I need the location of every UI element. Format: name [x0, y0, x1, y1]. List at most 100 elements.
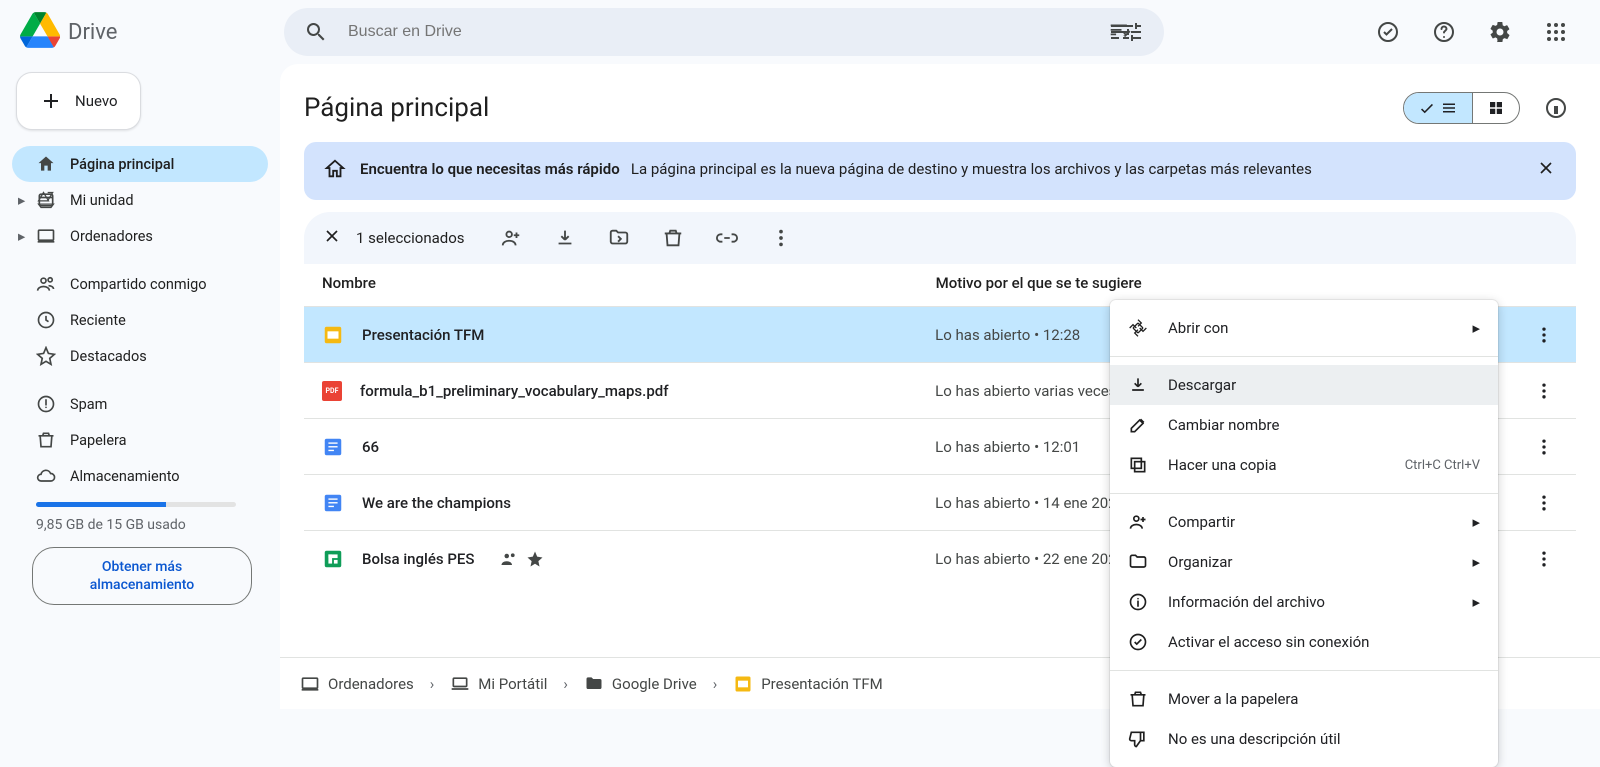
menu-label: Mover a la papelera — [1168, 690, 1298, 708]
menu-file-info[interactable]: Información del archivo ▸ — [1110, 582, 1498, 622]
computers-icon — [300, 674, 320, 694]
download-icon[interactable] — [545, 218, 585, 258]
slides-icon — [733, 674, 753, 694]
banner-desc: La página principal es la nueva página d… — [631, 160, 1312, 178]
context-menu: Abrir con ▸ Descargar Cambiar nombre Hac… — [1110, 300, 1498, 767]
view-controls — [1403, 88, 1576, 128]
crumb-label: Ordenadores — [328, 675, 414, 693]
new-button[interactable]: Nuevo — [16, 72, 141, 130]
menu-label: Cambiar nombre — [1168, 416, 1279, 434]
clock-icon — [36, 310, 56, 330]
download-icon — [1128, 375, 1150, 395]
sidebar-item-label: Papelera — [70, 432, 127, 449]
expand-caret-icon[interactable]: ▸ — [18, 228, 25, 245]
menu-rename[interactable]: Cambiar nombre — [1110, 405, 1498, 445]
submenu-arrow-icon: ▸ — [1472, 513, 1480, 531]
move-folder-icon[interactable] — [599, 218, 639, 258]
link-icon[interactable] — [707, 218, 747, 258]
more-icon[interactable] — [761, 218, 801, 258]
folder-icon — [584, 674, 604, 694]
docs-icon — [322, 436, 344, 458]
sidebar-item-my-drive[interactable]: ▸ Mi unidad — [12, 182, 268, 218]
laptop-icon — [450, 674, 470, 694]
submenu-arrow-icon: ▸ — [1472, 593, 1480, 611]
sidebar-item-trash[interactable]: Papelera — [12, 422, 268, 458]
docs-icon — [322, 492, 344, 514]
crumb-file[interactable]: Presentación TFM — [733, 674, 883, 694]
share-user-icon[interactable] — [491, 218, 531, 258]
submenu-arrow-icon: ▸ — [1472, 553, 1480, 571]
ready-offline-icon[interactable] — [1368, 12, 1408, 52]
trash-icon — [1128, 689, 1150, 709]
list-icon — [1440, 99, 1458, 117]
sidebar-item-label: Reciente — [70, 312, 126, 329]
menu-offline[interactable]: Activar el acceso sin conexión — [1110, 622, 1498, 662]
search-input[interactable] — [348, 23, 1088, 41]
get-more-storage-button[interactable]: Obtener más almacenamiento — [32, 547, 252, 605]
grid-icon — [1487, 99, 1505, 117]
menu-share[interactable]: Compartir ▸ — [1110, 502, 1498, 542]
folder-icon — [1128, 552, 1150, 572]
menu-organize[interactable]: Organizar ▸ — [1110, 542, 1498, 582]
search-bar[interactable] — [284, 8, 1164, 56]
help-icon[interactable] — [1424, 12, 1464, 52]
crumb-folder[interactable]: Google Drive — [584, 674, 697, 694]
menu-label: Información del archivo — [1168, 593, 1325, 611]
sidebar-item-storage[interactable]: Almacenamiento — [12, 458, 268, 494]
header: Drive — [0, 0, 1600, 64]
sidebar-item-label: Ordenadores — [70, 228, 153, 245]
column-name: Nombre — [322, 274, 936, 292]
sidebar-item-recent[interactable]: Reciente — [12, 302, 268, 338]
search-icon[interactable] — [296, 12, 336, 52]
row-more-icon[interactable] — [1520, 325, 1568, 345]
sidebar-item-home[interactable]: Página principal — [12, 146, 268, 182]
settings-icon[interactable] — [1480, 12, 1520, 52]
delete-icon[interactable] — [653, 218, 693, 258]
file-name-label: We are the champions — [362, 494, 511, 512]
menu-label: Hacer una copia — [1168, 456, 1277, 474]
drive-icon — [36, 190, 56, 210]
grid-view-button[interactable] — [1473, 93, 1519, 123]
row-more-icon[interactable] — [1520, 493, 1568, 513]
trash-icon — [36, 430, 56, 450]
rename-icon — [1128, 415, 1150, 435]
menu-not-useful[interactable]: No es una descripción útil — [1110, 719, 1498, 759]
menu-open-with[interactable]: Abrir con ▸ — [1110, 308, 1498, 348]
sidebar-item-computers[interactable]: ▸ Ordenadores — [12, 218, 268, 254]
shared-icon — [36, 274, 56, 294]
computers-icon — [36, 226, 56, 246]
breadcrumb-sep-icon: › — [713, 675, 718, 693]
file-name-label: 66 — [362, 438, 379, 456]
crumb-computers[interactable]: Ordenadores — [300, 674, 414, 694]
home-outline-icon — [324, 158, 346, 184]
menu-label: Descargar — [1168, 376, 1236, 394]
sheets-icon — [322, 548, 344, 570]
row-more-icon[interactable] — [1520, 381, 1568, 401]
apps-icon[interactable] — [1536, 12, 1576, 52]
sidebar-item-starred[interactable]: Destacados — [12, 338, 268, 374]
banner-text: Encuentra lo que necesitas más rápido La… — [360, 158, 1522, 181]
file-badges — [500, 550, 544, 568]
list-view-button[interactable] — [1404, 93, 1473, 123]
menu-label: Activar el acceso sin conexión — [1168, 633, 1369, 651]
clear-selection-icon[interactable] — [322, 226, 342, 250]
sidebar-item-spam[interactable]: Spam — [12, 386, 268, 422]
expand-caret-icon[interactable]: ▸ — [18, 192, 25, 209]
submenu-arrow-icon: ▸ — [1472, 319, 1480, 337]
selection-bar: 1 seleccionados — [304, 212, 1576, 264]
breadcrumb-sep-icon: › — [563, 675, 568, 693]
page-title: Página principal — [304, 93, 489, 123]
crumb-laptop[interactable]: Mi Portátil — [450, 674, 547, 694]
storage-bar — [36, 502, 236, 507]
row-more-icon[interactable] — [1520, 549, 1568, 569]
menu-copy[interactable]: Hacer una copia Ctrl+C Ctrl+V — [1110, 445, 1498, 485]
main-header: Página principal — [304, 88, 1576, 128]
banner-close-icon[interactable] — [1536, 158, 1556, 182]
info-icon[interactable] — [1536, 88, 1576, 128]
view-toggle — [1403, 92, 1520, 124]
main-content: Página principal — [280, 64, 1600, 709]
menu-trash[interactable]: Mover a la papelera — [1110, 679, 1498, 719]
sidebar-item-shared[interactable]: Compartido conmigo — [12, 266, 268, 302]
menu-download[interactable]: Descargar — [1110, 365, 1498, 405]
row-more-icon[interactable] — [1520, 437, 1568, 457]
